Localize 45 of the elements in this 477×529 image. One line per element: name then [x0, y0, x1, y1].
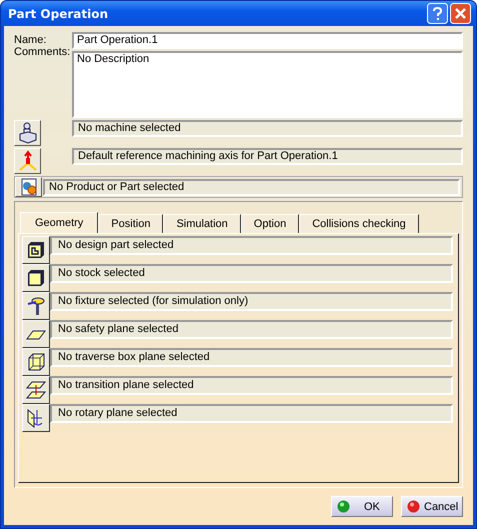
ok-button[interactable]: OK	[331, 496, 393, 517]
tab[interactable]: Option	[240, 214, 300, 233]
selection-button[interactable]	[22, 236, 50, 264]
tab[interactable]: Position	[98, 214, 164, 233]
plane-icon	[26, 328, 46, 340]
tab[interactable]: Collisions checking	[299, 214, 419, 233]
close-icon[interactable]	[450, 3, 471, 24]
window-title: Part Operation	[8, 6, 108, 20]
comments-label: Comments:	[14, 46, 72, 58]
comments-field[interactable]: No Description	[72, 51, 463, 118]
axis-button[interactable]	[14, 148, 41, 174]
selection-field: No traverse box plane selected	[50, 348, 453, 367]
tab[interactable]: Geometry	[20, 212, 98, 233]
cancel-button[interactable]: Cancel	[401, 496, 463, 517]
machine-button[interactable]	[14, 120, 41, 146]
selection-field: No rotary plane selected	[50, 404, 453, 423]
selection-field: No transition plane selected	[50, 376, 453, 395]
selection-button[interactable]	[22, 348, 50, 376]
stock-icon	[26, 268, 46, 288]
selection-field: No safety plane selected	[50, 320, 453, 339]
axis-field: Default reference machining axis for Part Operation.1	[72, 148, 463, 165]
axis-icon	[16, 150, 38, 172]
fixture-icon	[26, 296, 46, 316]
selection-button[interactable]	[22, 404, 50, 432]
ok-icon	[337, 500, 350, 513]
product-field: No Product or Part selected	[43, 178, 460, 196]
selection-button[interactable]	[22, 264, 50, 292]
machine-icon	[18, 122, 38, 144]
selection-button[interactable]	[22, 376, 50, 404]
selection-button[interactable]	[22, 320, 50, 348]
selection-field: No stock selected	[50, 264, 453, 283]
machine-field: No machine selected	[72, 120, 463, 137]
product-button[interactable]	[15, 177, 42, 197]
box-icon	[26, 352, 46, 372]
name-label: Name:	[14, 34, 48, 46]
name-field[interactable]: Part Operation.1	[72, 32, 463, 49]
selection-button[interactable]	[22, 292, 50, 320]
tab[interactable]: Simulation	[163, 214, 241, 233]
design-part-icon	[26, 240, 46, 260]
help-icon[interactable]	[427, 3, 448, 24]
cancel-icon	[407, 500, 420, 513]
selection-field: No fixture selected (for simulation only)	[50, 292, 453, 311]
selection-field: No design part selected	[50, 236, 453, 255]
product-icon	[18, 178, 38, 196]
planes-icon	[26, 380, 46, 400]
